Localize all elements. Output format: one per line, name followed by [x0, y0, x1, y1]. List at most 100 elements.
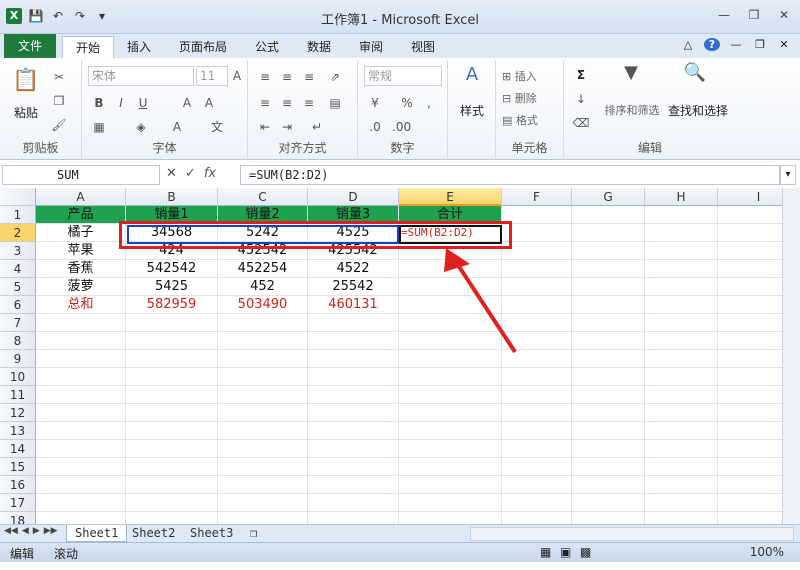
empty-cell[interactable] — [572, 260, 645, 278]
select-all-corner[interactable] — [0, 188, 36, 206]
format-painter-icon[interactable]: 🖌 — [50, 116, 68, 134]
empty-cell[interactable] — [572, 242, 645, 260]
row-header-2[interactable]: 2 — [0, 224, 36, 242]
empty-cell[interactable] — [572, 512, 645, 524]
empty-cell[interactable] — [645, 260, 718, 278]
table-cell[interactable] — [399, 260, 502, 278]
empty-cell[interactable] — [36, 314, 126, 332]
empty-cell[interactable] — [399, 314, 502, 332]
empty-cell[interactable] — [399, 476, 502, 494]
table-cell[interactable]: 总和 — [36, 296, 126, 314]
empty-cell[interactable] — [399, 332, 502, 350]
table-cell[interactable]: 542542 — [126, 260, 218, 278]
italic-icon[interactable]: I — [112, 94, 130, 112]
column-header-b[interactable]: B — [126, 188, 218, 206]
column-header-h[interactable]: H — [645, 188, 718, 206]
empty-cell[interactable] — [218, 404, 308, 422]
column-header-g[interactable]: G — [572, 188, 645, 206]
empty-cell[interactable] — [218, 422, 308, 440]
empty-cell[interactable] — [308, 314, 399, 332]
empty-cell[interactable] — [126, 350, 218, 368]
empty-cell[interactable] — [218, 350, 308, 368]
align-left-icon[interactable]: ≡ — [256, 94, 274, 112]
increase-decimal-icon[interactable]: .0 — [366, 118, 384, 136]
empty-cell[interactable] — [36, 350, 126, 368]
empty-cell[interactable] — [645, 422, 718, 440]
help-icon[interactable]: ? — [704, 38, 720, 51]
align-top-icon[interactable]: ≡ — [256, 68, 274, 86]
table-cell[interactable] — [399, 278, 502, 296]
empty-cell[interactable] — [36, 512, 126, 524]
table-cell[interactable]: 460131 — [308, 296, 399, 314]
doc-close-icon[interactable]: ✕ — [776, 38, 792, 51]
row-header-13[interactable]: 13 — [0, 422, 36, 440]
empty-cell[interactable] — [572, 476, 645, 494]
column-header-d[interactable]: D — [308, 188, 399, 206]
empty-cell[interactable] — [572, 422, 645, 440]
empty-cell[interactable] — [502, 314, 572, 332]
empty-cell[interactable] — [218, 440, 308, 458]
find-select-button[interactable]: 查找和选择 — [664, 102, 732, 119]
empty-cell[interactable] — [308, 422, 399, 440]
empty-cell[interactable] — [36, 440, 126, 458]
empty-cell[interactable] — [126, 512, 218, 524]
column-header-f[interactable]: F — [502, 188, 572, 206]
wrap-text-icon[interactable]: ↵ — [308, 118, 326, 136]
empty-cell[interactable] — [399, 386, 502, 404]
row-header-18[interactable]: 18 — [0, 512, 36, 524]
empty-cell[interactable] — [126, 458, 218, 476]
row-header-9[interactable]: 9 — [0, 350, 36, 368]
table-cell[interactable] — [399, 296, 502, 314]
styles-button[interactable]: 样式 — [452, 102, 492, 119]
comma-icon[interactable]: , — [420, 94, 438, 112]
row-header-8[interactable]: 8 — [0, 332, 36, 350]
expand-formula-icon[interactable]: ▾ — [780, 165, 796, 185]
find-select-icon[interactable]: 🔍 — [682, 64, 708, 90]
align-middle-icon[interactable]: ≡ — [278, 68, 296, 86]
empty-cell[interactable] — [645, 332, 718, 350]
copy-icon[interactable]: ❐ — [50, 92, 68, 110]
normal-view-icon[interactable]: ▦ — [540, 545, 551, 559]
prev-sheet-icon[interactable]: ◀ — [22, 526, 29, 536]
empty-cell[interactable] — [308, 332, 399, 350]
empty-cell[interactable] — [645, 512, 718, 524]
table-cell[interactable]: 452254 — [218, 260, 308, 278]
sheet-tab-3[interactable]: Sheet3 — [182, 525, 241, 542]
empty-cell[interactable] — [572, 440, 645, 458]
empty-cell[interactable] — [36, 332, 126, 350]
empty-cell[interactable] — [645, 368, 718, 386]
empty-cell[interactable] — [218, 494, 308, 512]
empty-cell[interactable] — [218, 314, 308, 332]
tab-view[interactable]: 视图 — [402, 36, 444, 58]
table-cell[interactable]: 25542 — [308, 278, 399, 296]
empty-cell[interactable] — [36, 404, 126, 422]
empty-cell[interactable] — [308, 494, 399, 512]
increase-indent-icon[interactable]: ⇥ — [278, 118, 296, 136]
empty-cell[interactable] — [572, 404, 645, 422]
empty-cell[interactable] — [399, 404, 502, 422]
empty-cell[interactable] — [308, 350, 399, 368]
empty-cell[interactable] — [572, 494, 645, 512]
percent-icon[interactable]: % — [398, 94, 416, 112]
empty-cell[interactable] — [572, 332, 645, 350]
bold-icon[interactable]: B — [90, 94, 108, 112]
last-sheet-icon[interactable]: ▶▶ — [44, 526, 58, 536]
empty-cell[interactable] — [308, 476, 399, 494]
column-header-c[interactable]: C — [218, 188, 308, 206]
delete-cells-button[interactable]: ⊟ 删除 — [502, 90, 558, 106]
empty-cell[interactable] — [645, 458, 718, 476]
row-header-3[interactable]: 3 — [0, 242, 36, 260]
number-format-select[interactable]: 常规 — [364, 66, 442, 86]
empty-cell[interactable] — [399, 350, 502, 368]
row-header-17[interactable]: 17 — [0, 494, 36, 512]
empty-cell[interactable] — [502, 368, 572, 386]
empty-cell[interactable] — [502, 350, 572, 368]
empty-cell[interactable] — [645, 224, 718, 242]
empty-cell[interactable] — [308, 368, 399, 386]
phonetic-icon[interactable]: 文 — [208, 118, 226, 136]
empty-cell[interactable] — [36, 368, 126, 386]
empty-cell[interactable] — [645, 278, 718, 296]
empty-cell[interactable] — [399, 422, 502, 440]
row-header-11[interactable]: 11 — [0, 386, 36, 404]
tab-review[interactable]: 审阅 — [350, 36, 392, 58]
